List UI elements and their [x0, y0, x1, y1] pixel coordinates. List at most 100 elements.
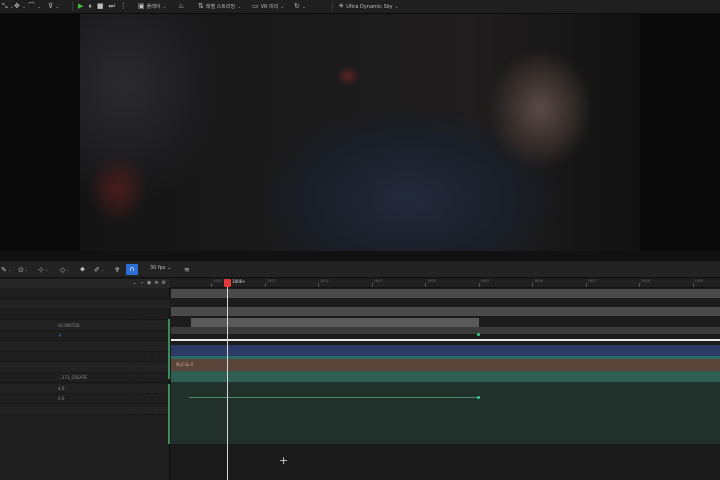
track-key-controls[interactable]: ◦ ◦ ◦ — [147, 396, 164, 401]
skip-forward-icon[interactable]: ⏭ — [109, 3, 115, 10]
section-track-bar[interactable] — [171, 371, 720, 382]
playhead-handle[interactable] — [224, 279, 231, 287]
gear-icon[interactable]: ⚙ — [162, 280, 166, 286]
eye-icon[interactable]: ◉ — [147, 280, 151, 286]
track-key-controls[interactable]: ◦ ◦ ◦ — [147, 312, 164, 317]
playhead-line[interactable] — [227, 279, 228, 480]
minus-icon[interactable]: − — [140, 280, 144, 286]
view-options-button[interactable]: ⊙ ⌄ — [18, 264, 28, 275]
level-viewport[interactable] — [0, 14, 720, 251]
track-toggle-icon[interactable]: ◦ — [132, 375, 134, 380]
marker-button[interactable]: ♆ — [114, 264, 120, 275]
settings-icon: ↻ — [294, 2, 300, 10]
track-toggle-icon[interactable]: ◦ — [132, 323, 134, 328]
track-toggle-icon[interactable]: ◦ — [132, 396, 134, 401]
track-toggle-icon[interactable]: ◦ — [132, 312, 134, 317]
track-row[interactable]: ◦ ◦ ◦ ◦ — [0, 352, 170, 362]
keyframe[interactable] — [477, 333, 480, 336]
pen-tool-button[interactable]: ✐ ⌄ — [94, 264, 104, 275]
pin-icon: ♆ — [114, 265, 121, 274]
stop-icon[interactable]: ■ — [97, 3, 104, 10]
track-row[interactable]: ◦ ◦ ◦ ◦ — [0, 362, 170, 373]
vr-preview-label: VR 미리 — [260, 4, 279, 10]
track-toggle-icon[interactable]: ◦ — [132, 344, 134, 349]
play-icon[interactable]: ▶ — [78, 3, 83, 10]
key-icon: ⬥ — [80, 265, 85, 273]
playhead-frame-label: 1806+ — [232, 279, 246, 284]
diamond-icon: ◇ — [60, 265, 66, 274]
track-key-controls[interactable]: ◦ ◦ ◦ — [147, 375, 164, 380]
property-track-area[interactable] — [171, 382, 720, 444]
track-label: 4.0 — [58, 385, 65, 391]
more-icon[interactable]: ⋮ — [120, 3, 127, 10]
ruler-tick — [692, 283, 694, 287]
ruler-tick — [585, 283, 587, 287]
track-key-controls[interactable]: ◦ ◦ ◦ — [147, 333, 164, 338]
track-row[interactable]: 4.0 ◦ ◦ ◦ ◦ — [0, 383, 170, 394]
track-key-controls[interactable]: ◦ ◦ ◦ — [147, 407, 164, 412]
chevron-down-icon[interactable]: ⌄ — [133, 280, 137, 286]
time-ruler[interactable]: 1800 1801 1802 1803 1804 1805 1806 1807 1808 1809 — [171, 279, 720, 288]
track-toggle-icon[interactable]: ◦ — [132, 386, 134, 391]
plus-icon: + — [279, 454, 289, 467]
snap-button[interactable]: ⌒ ⌄ — [28, 1, 41, 12]
folder-track-bar[interactable] — [171, 289, 720, 298]
curve-editor-button[interactable]: ≋ — [184, 264, 190, 275]
ruler-tick-label: 1801 — [266, 279, 276, 283]
track-toggle-icon[interactable]: ◦ — [132, 354, 134, 359]
track-color-bar — [168, 319, 170, 379]
track-toggle-icon[interactable]: ◦ — [132, 407, 134, 412]
add-track-button[interactable]: + — [279, 455, 288, 466]
build-button[interactable]: ⊽ ⌄ — [48, 1, 59, 12]
camera-cut-section[interactable] — [191, 318, 479, 327]
edit-tool-button[interactable]: ✎ ⌄ — [1, 264, 11, 275]
snap-icon: ⌒ — [28, 2, 35, 10]
track-row[interactable]: ◦ ◦ ◦ ◦ — [0, 341, 170, 352]
pause-icon[interactable]: ⏸ — [88, 3, 92, 10]
brush-icon: ✎ — [1, 265, 7, 274]
track-row[interactable]: ◦ ◦ ◦ ◦ — [0, 310, 170, 320]
vr-icon: ▭ — [252, 2, 259, 10]
list-icon[interactable]: ≣ — [154, 280, 158, 286]
play-mode-menu[interactable]: ▣ 플레이 ⌄ — [138, 1, 167, 12]
select-mode-button[interactable]: ⤡ ⌄ — [2, 1, 14, 12]
track-row[interactable]: ✓ ◦ ◦ ◦ ◦ — [0, 331, 170, 341]
track-row[interactable]: 0.0 ◦ ◦ ◦ ◦ — [0, 394, 170, 404]
animation-clip[interactable]: MyClip A — [171, 359, 720, 371]
track-toggle-icon[interactable]: ◦ — [132, 365, 134, 370]
vr-preview-menu[interactable]: ▭ VR 미리 ⌄ — [252, 1, 285, 12]
track-key-controls[interactable]: ◦ ◦ ◦ — [147, 323, 164, 328]
level-streaming-menu[interactable]: ⇅ 레벨 스트리밍 ⌄ — [198, 1, 241, 12]
timeline-area[interactable]: 1800 1801 1802 1803 1804 1805 1806 1807 1808 1809… — [171, 279, 720, 480]
keyframe[interactable] — [477, 396, 480, 399]
track-key-controls[interactable]: ◦ ◦ ◦ — [147, 365, 164, 370]
checkmark-icon[interactable]: ✓ — [58, 332, 63, 339]
camera-track-bar[interactable] — [171, 327, 720, 334]
framerate-dropdown[interactable]: 30 fps ⌄ — [150, 265, 171, 271]
light-button[interactable]: ♨ — [178, 1, 184, 12]
track-row[interactable] — [0, 289, 170, 299]
transform-track-bar[interactable] — [171, 345, 720, 356]
track-key-controls[interactable]: ◦ ◦ ◦ — [147, 386, 164, 391]
key-interp-button[interactable]: ◇ ⌄ — [60, 264, 70, 275]
track-key-controls[interactable]: ◦ ◦ ◦ — [147, 344, 164, 349]
folder-track-bar[interactable] — [171, 307, 720, 316]
transform-options-button[interactable]: ⊹ ⌄ — [38, 264, 48, 275]
add-key-button[interactable]: ⬥ — [80, 264, 85, 275]
panel-divider[interactable] — [0, 251, 720, 261]
transform-mode-button[interactable]: ✥ ⌄ — [14, 1, 26, 12]
track-key-controls[interactable]: ◦ ◦ ◦ — [147, 354, 164, 359]
track-row[interactable] — [0, 299, 170, 310]
settings-button[interactable]: ↻ ⌄ — [294, 1, 306, 12]
track-row[interactable]: ◦ ◦ ◦ ◦ — [0, 404, 170, 415]
sky-preset-menu[interactable]: ☀ Ultra Dynamic Sky ⌄ — [338, 1, 399, 12]
snap-toggle[interactable]: ∩ — [126, 264, 138, 275]
track-toggle-icon[interactable]: ◦ — [132, 333, 134, 338]
ruler-tick-label: 1809 — [694, 279, 704, 283]
ruler-tick-label: 1806 — [534, 279, 543, 283]
track-row[interactable]: Vs.000728 ◦ ◦ ◦ ◦ — [0, 320, 170, 331]
selected-track-line[interactable] — [171, 339, 720, 341]
track-row[interactable]: ...173_CREATE ◦ ◦ ◦ ◦ — [0, 373, 170, 383]
ruler-tick-label: 1807 — [587, 279, 597, 283]
empty-track-area[interactable] — [171, 444, 720, 480]
